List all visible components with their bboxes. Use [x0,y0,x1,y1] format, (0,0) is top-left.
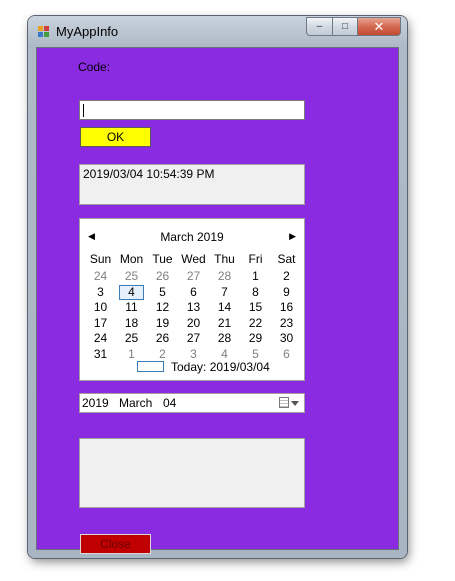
month-calendar[interactable]: ◀ March 2019 ▶ Sun Mon Tue Wed Thu Fri S… [79,218,305,381]
calendar-header: ◀ March 2019 ▶ [80,229,304,245]
form-client-area: Code: OK 2019/03/04 10:54:39 PM ◀ March … [36,47,399,554]
calendar-day[interactable]: 10 [85,300,116,316]
weekday-label: Wed [181,252,206,266]
calendar-day[interactable]: 20 [178,316,209,332]
calendar-day[interactable]: 26 [147,331,178,347]
calendar-day[interactable]: 14 [209,300,240,316]
code-label: Code: [78,60,111,74]
calendar-day[interactable]: 30 [271,331,302,347]
maximize-button[interactable]: □ [332,17,357,36]
maximize-icon: □ [341,21,349,32]
output-textbox[interactable]: 2019/03/04 10:54:39 PM [79,164,305,205]
calendar-day[interactable]: 25 [116,269,147,285]
weekday-label: Mon [119,252,144,266]
calendar-day[interactable]: 17 [85,316,116,332]
weekday-label: Fri [248,252,263,266]
calendar-today-link[interactable]: Today: 2019/03/04 [171,360,270,374]
calendar-day-selected[interactable]: 4 [119,284,144,300]
calendar-day[interactable]: 9 [271,285,302,301]
close-button[interactable]: Close [80,534,151,554]
minimize-button[interactable]: – [306,17,332,36]
calendar-day[interactable]: 18 [116,316,147,332]
date-picker-month[interactable]: March [119,396,152,410]
calendar-day[interactable]: 11 [116,300,147,316]
calendar-day[interactable]: 6 [178,285,209,301]
today-indicator-box [137,361,164,372]
calendar-icon[interactable] [279,397,289,408]
close-icon: ✕ [373,18,385,34]
calendar-day[interactable]: 13 [178,300,209,316]
caption-buttons: – □ ✕ [306,17,401,36]
calendar-day[interactable]: 26 [147,269,178,285]
calendar-weekday-row: Sun Mon Tue Wed Thu Fri Sat [85,252,302,266]
minimize-icon: – [316,21,323,32]
text-caret [83,104,84,117]
calendar-day[interactable]: 3 [85,285,116,301]
calendar-day[interactable]: 1 [116,347,147,363]
calendar-month-title[interactable]: March 2019 [80,230,304,244]
calendar-day[interactable]: 28 [209,331,240,347]
dropdown-arrow-icon[interactable] [291,401,299,406]
calendar-day[interactable]: 7 [209,285,240,301]
calendar-day[interactable]: 6 [271,347,302,363]
calendar-day[interactable]: 15 [240,300,271,316]
weekday-label: Thu [214,252,235,266]
calendar-day[interactable]: 23 [271,316,302,332]
main-window: MyAppInfo – □ ✕ Code: OK 2019/03/04 10:5… [28,16,407,558]
ok-button[interactable]: OK [80,127,151,147]
calendar-day[interactable]: 24 [85,331,116,347]
date-time-picker[interactable]: 2019 March 04 [79,393,305,413]
weekday-label: Tue [152,252,173,266]
calendar-day[interactable]: 8 [240,285,271,301]
code-input[interactable] [79,100,305,120]
secondary-textbox[interactable] [79,438,305,508]
close-window-button[interactable]: ✕ [357,17,401,36]
calendar-day[interactable]: 27 [178,331,209,347]
calendar-day[interactable]: 12 [147,300,178,316]
calendar-day[interactable]: 28 [209,269,240,285]
calendar-day[interactable]: 25 [116,331,147,347]
calendar-day[interactable]: 24 [85,269,116,285]
calendar-day[interactable]: 16 [271,300,302,316]
calendar-day[interactable]: 22 [240,316,271,332]
calendar-day[interactable]: 21 [209,316,240,332]
window-title: MyAppInfo [56,24,119,39]
calendar-day[interactable]: 29 [240,331,271,347]
calendar-day[interactable]: 2 [271,269,302,285]
title-bar[interactable]: MyAppInfo – □ ✕ [28,16,407,46]
weekday-label: Sat [277,252,296,266]
calendar-day-grid: 24 25 26 27 28 1 2 3 4 5 6 7 8 9 10 11 12 13 14 15 16 17 18 19 2… [85,269,302,362]
weekday-label: Sun [89,252,112,266]
app-window-icon[interactable] [38,26,50,38]
calendar-day[interactable]: 27 [178,269,209,285]
next-month-icon[interactable]: ▶ [289,231,296,242]
calendar-day[interactable]: 31 [85,347,116,363]
date-picker-day[interactable]: 04 [163,396,176,410]
date-picker-year[interactable]: 2019 [82,396,109,410]
calendar-day[interactable]: 1 [240,269,271,285]
calendar-day[interactable]: 5 [147,285,178,301]
calendar-day[interactable]: 19 [147,316,178,332]
